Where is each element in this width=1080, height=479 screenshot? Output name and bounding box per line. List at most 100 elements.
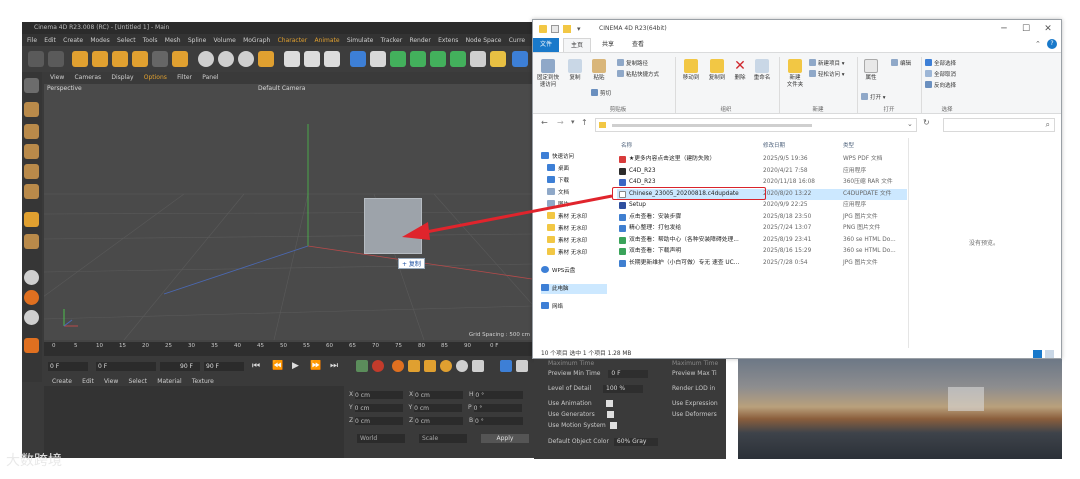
recent-locations-icon[interactable]: ▾ bbox=[571, 118, 575, 126]
undo-icon[interactable] bbox=[28, 51, 44, 67]
column-date[interactable]: 修改日期 bbox=[763, 141, 785, 149]
lod-field[interactable]: 100 % bbox=[603, 384, 644, 393]
rotation-b-field[interactable]: 0 ° bbox=[474, 416, 523, 425]
goto-start-icon[interactable]: ⏮ bbox=[252, 361, 260, 371]
menu-node-space[interactable]: Node Space bbox=[466, 37, 502, 44]
menu-character[interactable]: Character bbox=[278, 37, 308, 44]
file-row[interactable]: 双击查看：下载声明 2025/8/16 15:29 360 se HTML Do..… bbox=[617, 246, 907, 257]
deformer-icon[interactable] bbox=[430, 51, 446, 67]
position-key-icon[interactable] bbox=[408, 360, 420, 372]
menu-create[interactable]: Create bbox=[63, 37, 83, 44]
prev-key-icon[interactable]: ⏪ bbox=[272, 361, 283, 371]
new-item-button[interactable]: 新建项目 ▾ bbox=[809, 59, 845, 68]
motion-system-icon[interactable] bbox=[500, 360, 512, 372]
column-type[interactable]: 类型 bbox=[843, 141, 854, 149]
minimize-icon[interactable]: ─ bbox=[993, 20, 1015, 38]
render-view-icon[interactable] bbox=[284, 51, 300, 67]
tab-home[interactable]: 主页 bbox=[563, 38, 592, 52]
nav-folder-4[interactable]: 素材 无水印 bbox=[547, 248, 587, 258]
viewport-menu-options[interactable]: Options bbox=[144, 74, 167, 81]
file-row[interactable]: 双击查看：帮助中心（各种安装障碍处理... 2025/8/19 23:41 360 … bbox=[617, 235, 907, 246]
default-color-dropdown[interactable]: 60% Gray bbox=[613, 437, 658, 446]
size-x-field[interactable]: 0 cm bbox=[415, 390, 464, 399]
pin-quick-access-button[interactable]: 固定到快 速访问 bbox=[535, 59, 561, 89]
camera-icon[interactable] bbox=[470, 51, 486, 67]
file-row[interactable]: 点击查看：安装步骤 2025/8/18 23:50 JPG 图片文件 bbox=[617, 212, 907, 223]
open-button[interactable]: 打开 ▾ bbox=[861, 93, 886, 102]
points-mode-icon[interactable] bbox=[24, 144, 39, 159]
address-dropdown-icon[interactable]: ⌄ bbox=[907, 120, 913, 128]
quick-access-toolbar-chevron-icon[interactable]: ▾ bbox=[577, 20, 581, 38]
render-settings-icon[interactable] bbox=[324, 51, 340, 67]
menu-current[interactable]: Curre bbox=[509, 37, 525, 44]
size-y-field[interactable]: 0 cm bbox=[414, 403, 463, 412]
autokey-icon[interactable] bbox=[372, 360, 384, 372]
select-none-button[interactable]: 全部取消 bbox=[925, 70, 956, 79]
cube-icon[interactable] bbox=[350, 51, 366, 67]
nav-wps-cloud[interactable]: WPS云盘 bbox=[541, 266, 575, 276]
menu-extensions[interactable]: Extens bbox=[438, 37, 458, 44]
use-motion-system-checkbox[interactable] bbox=[609, 422, 617, 429]
close-icon[interactable]: ✕ bbox=[1037, 20, 1059, 38]
model-mode-icon[interactable] bbox=[24, 78, 39, 93]
cut-button[interactable]: 剪切 bbox=[591, 89, 611, 98]
file-row[interactable]: C4D_R23 2020/4/21 7:58 应用程序 bbox=[617, 166, 907, 177]
large-icons-view-icon[interactable] bbox=[1045, 350, 1054, 358]
goto-end-icon[interactable]: ⏭ bbox=[330, 361, 338, 371]
new-folder-button[interactable]: 新建 文件夹 bbox=[783, 59, 807, 89]
add-icon[interactable] bbox=[172, 51, 188, 67]
pla-key-icon[interactable] bbox=[472, 360, 484, 372]
menu-tracker[interactable]: Tracker bbox=[381, 37, 403, 44]
size-z-field[interactable]: 0 cm bbox=[415, 416, 464, 425]
details-view-icon[interactable] bbox=[1033, 350, 1042, 358]
tab-file[interactable]: 文件 bbox=[533, 38, 560, 52]
timeline-ruler[interactable]: 0 5 10 15 20 25 30 35 40 45 50 55 60 65 … bbox=[44, 342, 532, 356]
z-axis-icon[interactable] bbox=[238, 51, 254, 67]
column-name[interactable]: 名称 bbox=[621, 141, 632, 149]
search-input[interactable]: ⌕ bbox=[943, 118, 1055, 132]
file-row[interactable]: 精心整理：打包发给 2025/7/24 13:07 PNG 图片文件 bbox=[617, 223, 907, 234]
menu-volume[interactable]: Volume bbox=[214, 37, 236, 44]
position-x-field[interactable]: 0 cm bbox=[355, 390, 404, 399]
paste-shortcut-button[interactable]: 粘贴快捷方式 bbox=[617, 70, 659, 79]
parameter-key-icon[interactable] bbox=[456, 360, 468, 372]
delete-button[interactable]: ✕ 删除 bbox=[731, 59, 749, 82]
max-frame-field[interactable]: 90 F bbox=[160, 362, 200, 371]
menu-mograph[interactable]: MoGraph bbox=[243, 37, 270, 44]
paste-button[interactable]: 粘贴 bbox=[589, 59, 609, 82]
material-manager[interactable] bbox=[44, 386, 344, 458]
material-menu-material[interactable]: Material bbox=[157, 378, 181, 385]
workplane-icon[interactable] bbox=[24, 124, 39, 139]
s-plugin-icon-1[interactable] bbox=[24, 270, 39, 285]
min-frame-field[interactable]: 0 F bbox=[96, 362, 156, 371]
select-all-button[interactable]: 全部选择 bbox=[925, 59, 956, 68]
snap-icon[interactable] bbox=[24, 212, 39, 227]
material-menu-texture[interactable]: Texture bbox=[192, 378, 214, 385]
move-to-button[interactable]: 移动到 bbox=[679, 59, 703, 82]
properties-button[interactable]: 属性 bbox=[861, 59, 881, 82]
menu-tools[interactable]: Tools bbox=[143, 37, 158, 44]
maximize-icon[interactable]: ☐ bbox=[1015, 20, 1037, 38]
nav-quick-access[interactable]: 快速访问 bbox=[541, 152, 574, 162]
menu-modes[interactable]: Modes bbox=[90, 37, 109, 44]
copy-path-button[interactable]: 复制路径 bbox=[617, 59, 648, 68]
menu-mesh[interactable]: Mesh bbox=[165, 37, 181, 44]
nav-network[interactable]: 网络 bbox=[541, 302, 563, 312]
material-menu-select[interactable]: Select bbox=[129, 378, 148, 385]
properties-quick-icon[interactable] bbox=[551, 25, 559, 33]
end-frame-field[interactable]: 90 F bbox=[204, 362, 244, 371]
tab-share[interactable]: 共享 bbox=[595, 38, 621, 52]
redo-icon[interactable] bbox=[48, 51, 64, 67]
viewport-menu-view[interactable]: View bbox=[50, 74, 64, 81]
viewport-menu-display[interactable]: Display bbox=[111, 74, 133, 81]
keyframe-selection-icon[interactable] bbox=[392, 360, 404, 372]
menu-render[interactable]: Render bbox=[409, 37, 430, 44]
menu-animate[interactable]: Animate bbox=[314, 37, 339, 44]
material-menu-edit[interactable]: Edit bbox=[82, 378, 94, 385]
scene-icon[interactable] bbox=[450, 51, 466, 67]
menu-select[interactable]: Select bbox=[117, 37, 136, 44]
menu-simulate[interactable]: Simulate bbox=[347, 37, 374, 44]
use-generators-checkbox[interactable] bbox=[606, 411, 614, 418]
scale-icon[interactable] bbox=[112, 51, 128, 67]
x-axis-icon[interactable] bbox=[198, 51, 214, 67]
